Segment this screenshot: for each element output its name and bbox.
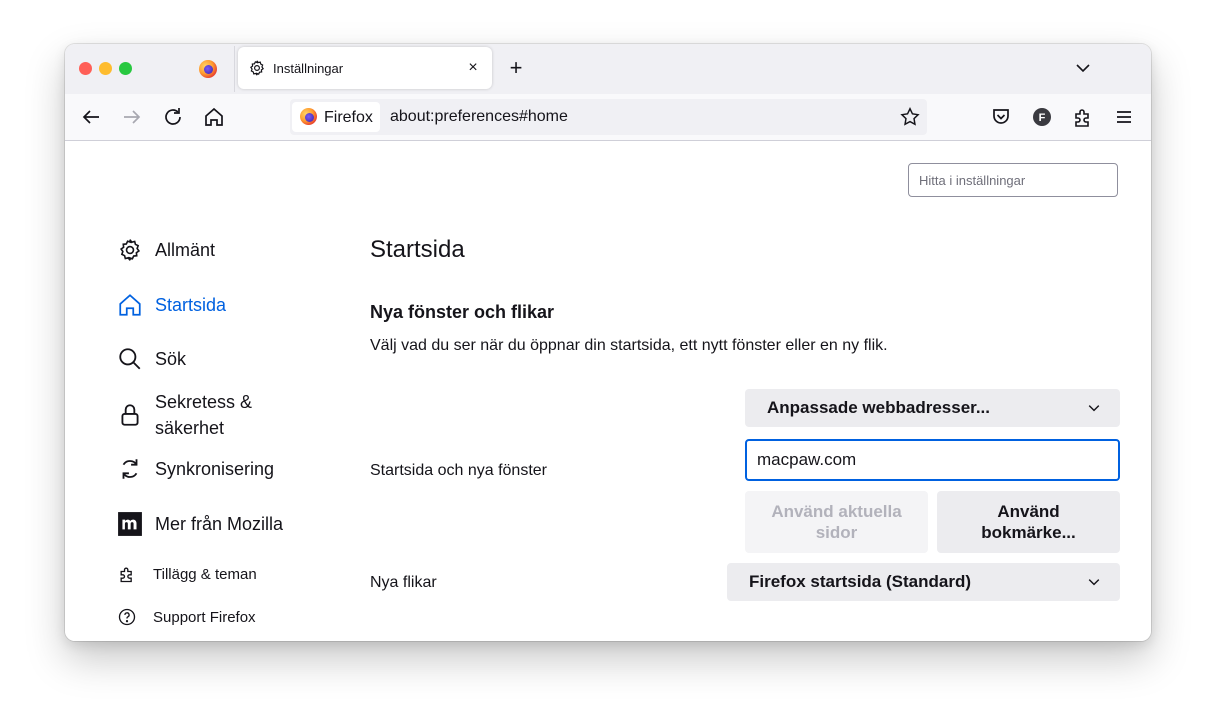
forward-arrow-icon[interactable] xyxy=(120,105,144,129)
navigation-toolbar: Firefox about:preferences#home F xyxy=(65,94,1151,141)
puzzle-icon xyxy=(120,567,132,583)
search-input[interactable] xyxy=(908,163,1118,197)
sidebar-item-support[interactable]: Support Firefox xyxy=(117,607,256,627)
home-icon xyxy=(119,294,141,316)
page-title: Startsida xyxy=(370,236,465,263)
new-tab-button[interactable]: + xyxy=(504,57,528,81)
use-bookmark-button[interactable]: Använd bokmärke... xyxy=(937,491,1120,553)
firefox-logo-icon[interactable] xyxy=(199,60,217,78)
sidebar-item-label: Sök xyxy=(155,349,187,369)
close-window-button[interactable] xyxy=(79,62,92,75)
sidebar-item-general[interactable]: Allmänt xyxy=(117,237,215,263)
star-icon[interactable] xyxy=(899,106,921,128)
new-tabs-dropdown[interactable]: Firefox startsida (Standard) xyxy=(727,563,1120,601)
sidebar-item-label: Support Firefox xyxy=(153,608,256,626)
homepage-mode-dropdown[interactable]: Anpassade webbadresser... xyxy=(745,389,1120,427)
back-arrow-icon[interactable] xyxy=(79,105,103,129)
tab-strip: Inställningar × + xyxy=(65,44,1151,94)
chevron-down-icon[interactable] xyxy=(1073,58,1093,78)
tab-settings[interactable]: Inställningar × xyxy=(238,47,492,89)
identity-label: Firefox xyxy=(324,109,373,126)
chevron-down-icon xyxy=(1088,579,1100,586)
mozilla-m-icon xyxy=(118,512,142,536)
pocket-icon[interactable] xyxy=(989,105,1013,129)
lock-icon xyxy=(121,404,139,426)
sync-icon xyxy=(122,459,138,479)
sidebar-item-label: Startsida xyxy=(155,295,227,315)
gear-icon xyxy=(250,60,264,76)
homepage-label: Startsida och nya fönster xyxy=(370,462,547,479)
hamburger-menu-icon[interactable] xyxy=(1112,105,1136,129)
reload-icon[interactable] xyxy=(161,105,185,129)
svg-text:F: F xyxy=(1039,112,1046,124)
extensions-puzzle-icon[interactable] xyxy=(1071,105,1095,129)
url-bar[interactable]: Firefox about:preferences#home xyxy=(290,99,927,135)
preferences-page: Allmänt Startsida Sök Sekretess & säkerh… xyxy=(65,141,1151,641)
chevron-down-icon xyxy=(1088,405,1100,412)
sidebar-item-home[interactable]: Startsida xyxy=(117,292,226,318)
section-title: Nya fönster och flikar xyxy=(370,302,555,322)
identity-box[interactable]: Firefox xyxy=(292,102,380,132)
sidebar-item-sync[interactable]: Synkronisering xyxy=(117,456,274,482)
url-text[interactable]: about:preferences#home xyxy=(390,108,568,126)
browser-window: Inställningar × + Firefox about:preferen… xyxy=(65,44,1151,641)
section-description: Välj vad du ser när du öppnar din starts… xyxy=(370,337,888,354)
sidebar-item-search[interactable]: Sök xyxy=(117,346,186,372)
tab-title: Inställningar xyxy=(273,61,344,76)
help-icon xyxy=(118,608,136,626)
gear-icon xyxy=(119,239,141,261)
sidebar-item-label: Tillägg & teman xyxy=(153,565,257,583)
account-avatar-icon[interactable]: F xyxy=(1030,105,1054,129)
close-tab-icon[interactable]: × xyxy=(463,58,483,78)
use-current-pages-button[interactable]: Använd aktuella sidor xyxy=(745,491,928,553)
new-tabs-value: Firefox startsida (Standard) xyxy=(749,572,971,591)
minimize-window-button[interactable] xyxy=(99,62,112,75)
homepage-url-input[interactable] xyxy=(745,439,1120,481)
sidebar-item-label: Allmänt xyxy=(155,240,216,260)
sidebar-item-privacy[interactable]: Sekretess & säkerhet xyxy=(117,389,285,441)
homepage-mode-value: Anpassade webbadresser... xyxy=(767,398,990,417)
sidebar-item-addons[interactable]: Tillägg & teman xyxy=(117,564,257,584)
search-icon xyxy=(119,348,141,370)
sidebar-item-more-from-mozilla[interactable]: Mer från Mozilla xyxy=(117,511,283,537)
sidebar-item-label: Mer från Mozilla xyxy=(155,514,284,534)
new-tabs-label: Nya flikar xyxy=(370,574,437,591)
tab-separator xyxy=(234,46,235,92)
sidebar-item-label: Synkronisering xyxy=(155,459,275,479)
zoom-window-button[interactable] xyxy=(119,62,132,75)
home-icon[interactable] xyxy=(202,105,226,129)
firefox-logo-icon xyxy=(300,108,317,125)
sidebar-item-label: Sekretess & säkerhet xyxy=(155,392,253,438)
